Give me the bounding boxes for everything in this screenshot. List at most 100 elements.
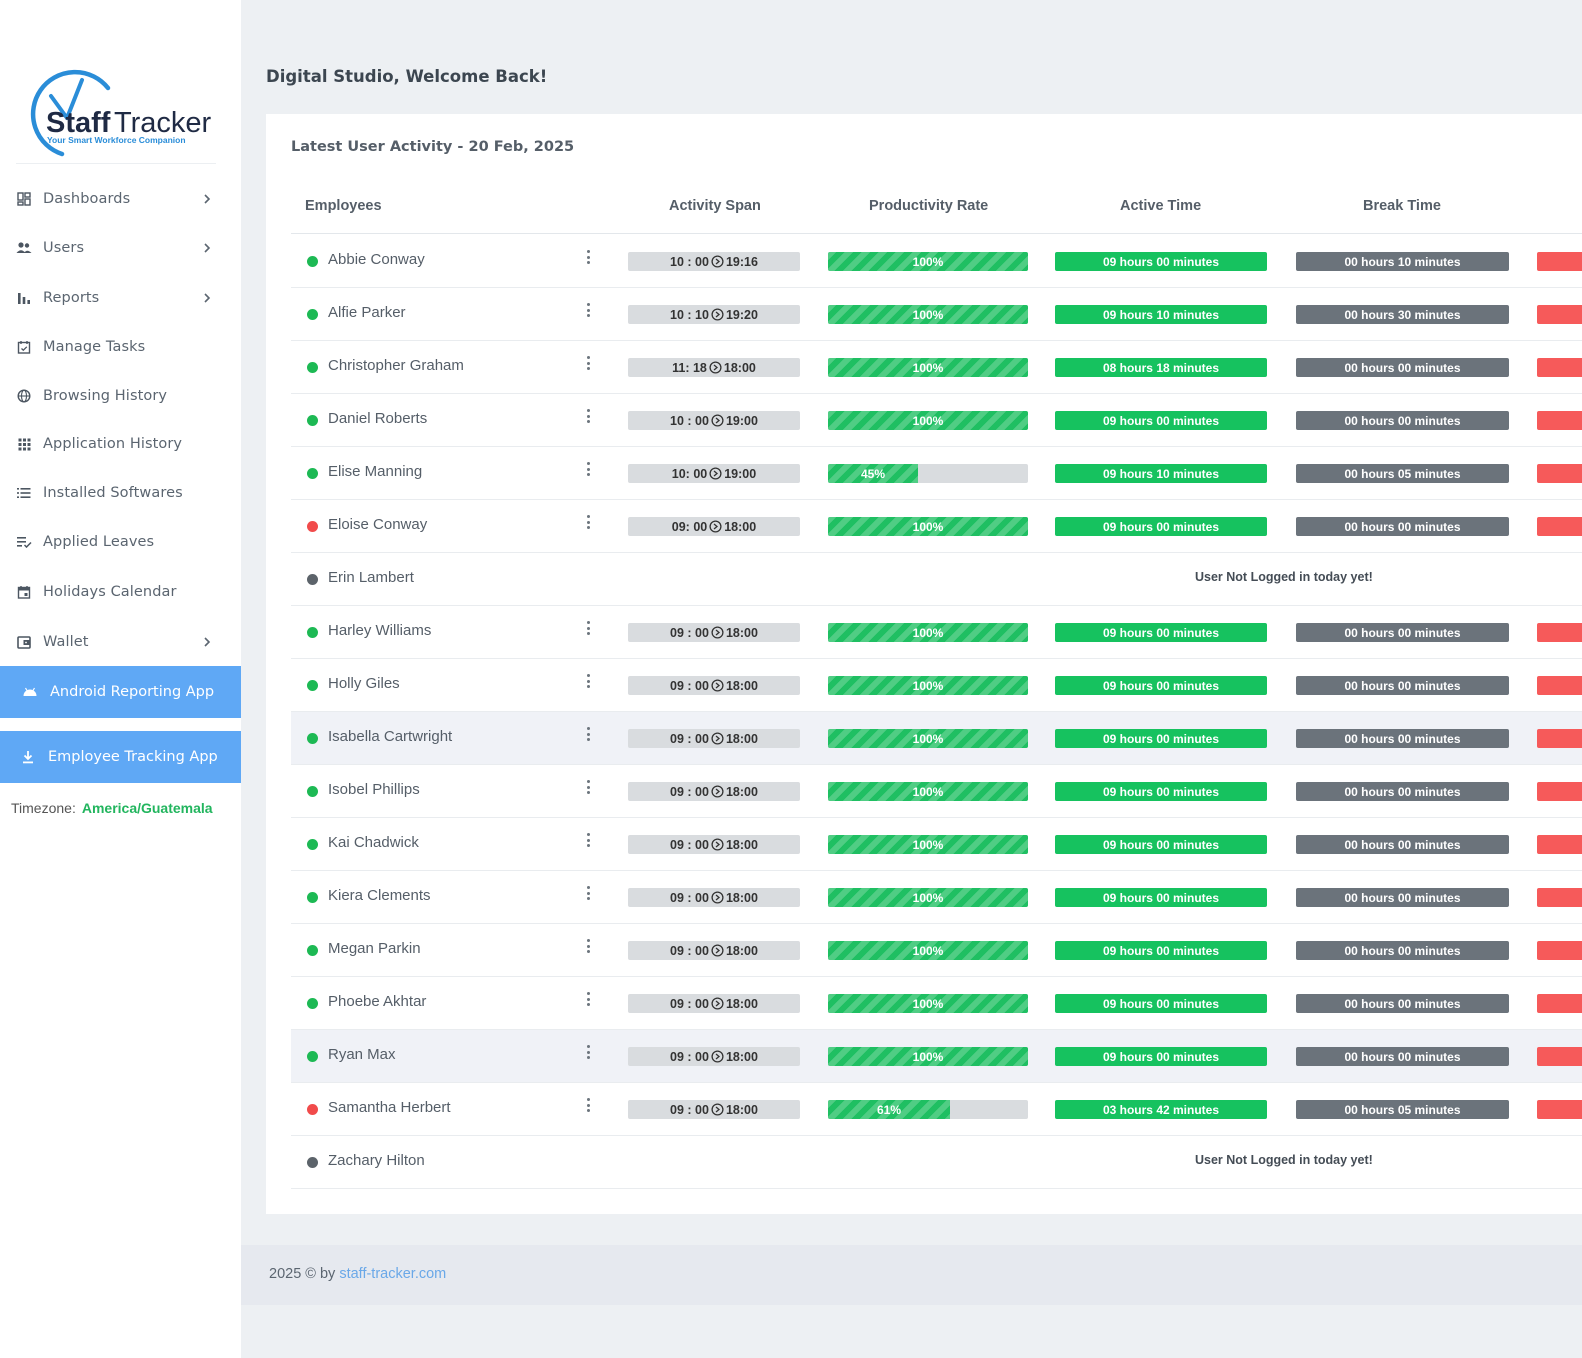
employee-name[interactable]: Elise Manning	[328, 463, 422, 480]
timezone-display: Timezone: America/Guatemala	[11, 800, 213, 816]
productivity-bar-fill: 100%	[828, 517, 1028, 536]
more-options-icon[interactable]	[584, 990, 592, 1008]
sidebar-item-holidays-calendar[interactable]: Holidays Calendar	[0, 568, 241, 616]
table-row[interactable]: Megan Parkin 09 : 00 18:00 100% 09 hours 00 …	[291, 924, 1582, 977]
productivity-bar: 61%	[828, 1100, 1028, 1119]
sidebar-item-reports[interactable]: Reports	[0, 274, 241, 322]
activity-end-time: 18:00	[725, 837, 758, 852]
idle-time-badge	[1537, 941, 1582, 960]
sidebar-item-wallet[interactable]: Wallet	[0, 618, 241, 666]
table-row[interactable]: Isabella Cartwright 09 : 00 18:00 100% 09 ho…	[291, 712, 1582, 765]
more-options-icon[interactable]	[584, 937, 592, 955]
footer-link[interactable]: staff-tracker.com	[339, 1266, 446, 1282]
table-row[interactable]: Isobel Phillips 09 : 00 18:00 100% 09 hours …	[291, 765, 1582, 818]
table-row[interactable]: Elise Manning 10: 00 19:00 45% 09 hours 10 m…	[291, 447, 1582, 500]
table-row[interactable]: Alfie Parker 10 : 10 19:20 100% 09 hours 10 …	[291, 288, 1582, 341]
productivity-label: 100%	[912, 996, 944, 1011]
more-options-icon[interactable]	[584, 619, 592, 637]
break-time-badge: 00 hours 00 minutes	[1296, 888, 1509, 907]
sidebar-item-dashboards[interactable]: Dashboards	[0, 175, 241, 223]
employee-name[interactable]: Isobel Phillips	[328, 781, 420, 798]
table-row[interactable]: Zachary Hilton User Not Logged in today y…	[291, 1136, 1582, 1189]
employee-name[interactable]: Eloise Conway	[328, 516, 427, 533]
android-icon	[22, 684, 38, 700]
employee-name[interactable]: Isabella Cartwright	[328, 728, 452, 745]
table-row[interactable]: Kai Chadwick 09 : 00 18:00 100% 09 hours 00 …	[291, 818, 1582, 871]
welcome-message: Digital Studio, Welcome Back!	[266, 67, 548, 86]
sidebar-item-installed-softwares[interactable]: Installed Softwares	[0, 469, 241, 517]
table-row[interactable]: Erin Lambert User Not Logged in today yet…	[291, 553, 1582, 606]
productivity-label: 100%	[912, 890, 944, 905]
status-dot	[307, 1104, 318, 1115]
activity-span-badge: 11: 18 18:00	[628, 358, 800, 377]
employee-name[interactable]: Christopher Graham	[328, 357, 464, 374]
idle-time-badge	[1537, 782, 1582, 801]
table-row[interactable]: Kiera Clements 09 : 00 18:00 100% 09 hours 0…	[291, 871, 1582, 924]
productivity-bar: 100%	[828, 623, 1028, 642]
employee-name[interactable]: Holly Giles	[328, 675, 400, 692]
employee-name[interactable]: Alfie Parker	[328, 304, 406, 321]
more-options-icon[interactable]	[584, 354, 592, 372]
sidebar-item-applied-leaves[interactable]: Applied Leaves	[0, 518, 241, 566]
table-row[interactable]: Harley Williams 09 : 00 18:00 100% 09 hours …	[291, 606, 1582, 659]
more-options-icon[interactable]	[584, 460, 592, 478]
table-row[interactable]: Ryan Max 09 : 00 18:00 100% 09 hours 00 minu…	[291, 1030, 1582, 1083]
employee-name[interactable]: Harley Williams	[328, 622, 431, 639]
users-icon	[16, 240, 32, 256]
activity-end-time: 18:00	[725, 625, 758, 640]
table-row[interactable]: Christopher Graham 11: 18 18:00 100% 08 hour…	[291, 341, 1582, 394]
more-options-icon[interactable]	[584, 301, 592, 319]
android-reporting-app-label: Android Reporting App	[50, 684, 215, 700]
table-row[interactable]: Samantha Herbert 09 : 00 18:00 61% 03 hours …	[291, 1083, 1582, 1136]
employee-name[interactable]: Abbie Conway	[328, 251, 425, 268]
more-options-icon[interactable]	[584, 831, 592, 849]
staff-tracker-logo[interactable]: Staff Tracker Your Smart Workforce Compa…	[22, 66, 218, 162]
status-dot	[307, 309, 318, 320]
employee-name[interactable]: Kai Chadwick	[328, 834, 419, 851]
more-options-icon[interactable]	[584, 407, 592, 425]
more-options-icon[interactable]	[584, 672, 592, 690]
clock-icon	[707, 467, 724, 480]
employee-tracking-app-button[interactable]: Employee Tracking App	[0, 731, 241, 783]
employee-tracking-app-label: Employee Tracking App	[48, 749, 218, 765]
sidebar-item-application-history[interactable]: Application History	[0, 420, 241, 468]
activity-span-badge: 09 : 00 18:00	[628, 782, 800, 801]
employee-name[interactable]: Phoebe Akhtar	[328, 993, 426, 1010]
employee-name[interactable]: Ryan Max	[328, 1046, 396, 1063]
employee-name[interactable]: Samantha Herbert	[328, 1099, 451, 1116]
activity-end-time: 19:16	[725, 254, 758, 269]
status-dot	[307, 415, 318, 426]
productivity-bar-fill: 100%	[828, 941, 1028, 960]
employee-name[interactable]: Kiera Clements	[328, 887, 431, 904]
table-row[interactable]: Abbie Conway 10 : 00 19:16 100% 09 hours 00 …	[291, 235, 1582, 288]
wallet-icon	[16, 634, 32, 650]
more-options-icon[interactable]	[584, 248, 592, 266]
android-reporting-app-button[interactable]: Android Reporting App	[0, 666, 241, 718]
active-time-badge: 09 hours 10 minutes	[1055, 464, 1267, 483]
sidebar-item-label: Manage Tasks	[43, 339, 146, 355]
more-options-icon[interactable]	[584, 778, 592, 796]
sidebar-item-users[interactable]: Users	[0, 224, 241, 272]
more-options-icon[interactable]	[584, 725, 592, 743]
more-options-icon[interactable]	[584, 884, 592, 902]
employee-name[interactable]: Megan Parkin	[328, 940, 421, 957]
employee-name[interactable]: Daniel Roberts	[328, 410, 427, 427]
activity-span-badge: 09 : 00 18:00	[628, 941, 800, 960]
activity-end-time: 18:00	[725, 1049, 758, 1064]
table-row[interactable]: Phoebe Akhtar 09 : 00 18:00 100% 09 hours 00…	[291, 977, 1582, 1030]
sidebar-item-browsing-history[interactable]: Browsing History	[0, 372, 241, 420]
table-row[interactable]: Daniel Roberts 10 : 00 19:00 100% 09 hours 0…	[291, 394, 1582, 447]
activity-end-time: 19:00	[724, 466, 757, 481]
activity-end-time: 19:20	[725, 307, 758, 322]
employee-name[interactable]: Erin Lambert	[328, 569, 414, 586]
sidebar-item-manage-tasks[interactable]: Manage Tasks	[0, 323, 241, 371]
employee-name[interactable]: Zachary Hilton	[328, 1152, 425, 1169]
activity-start-time: 09 : 00	[670, 731, 709, 746]
activity-start-time: 09 : 00	[670, 1049, 709, 1064]
productivity-bar-fill: 100%	[828, 994, 1028, 1013]
table-row[interactable]: Holly Giles 09 : 00 18:00 100% 09 hours 00 m…	[291, 659, 1582, 712]
more-options-icon[interactable]	[584, 1043, 592, 1061]
more-options-icon[interactable]	[584, 1096, 592, 1114]
more-options-icon[interactable]	[584, 513, 592, 531]
table-row[interactable]: Eloise Conway 09: 00 18:00 100% 09 hours 00 …	[291, 500, 1582, 553]
